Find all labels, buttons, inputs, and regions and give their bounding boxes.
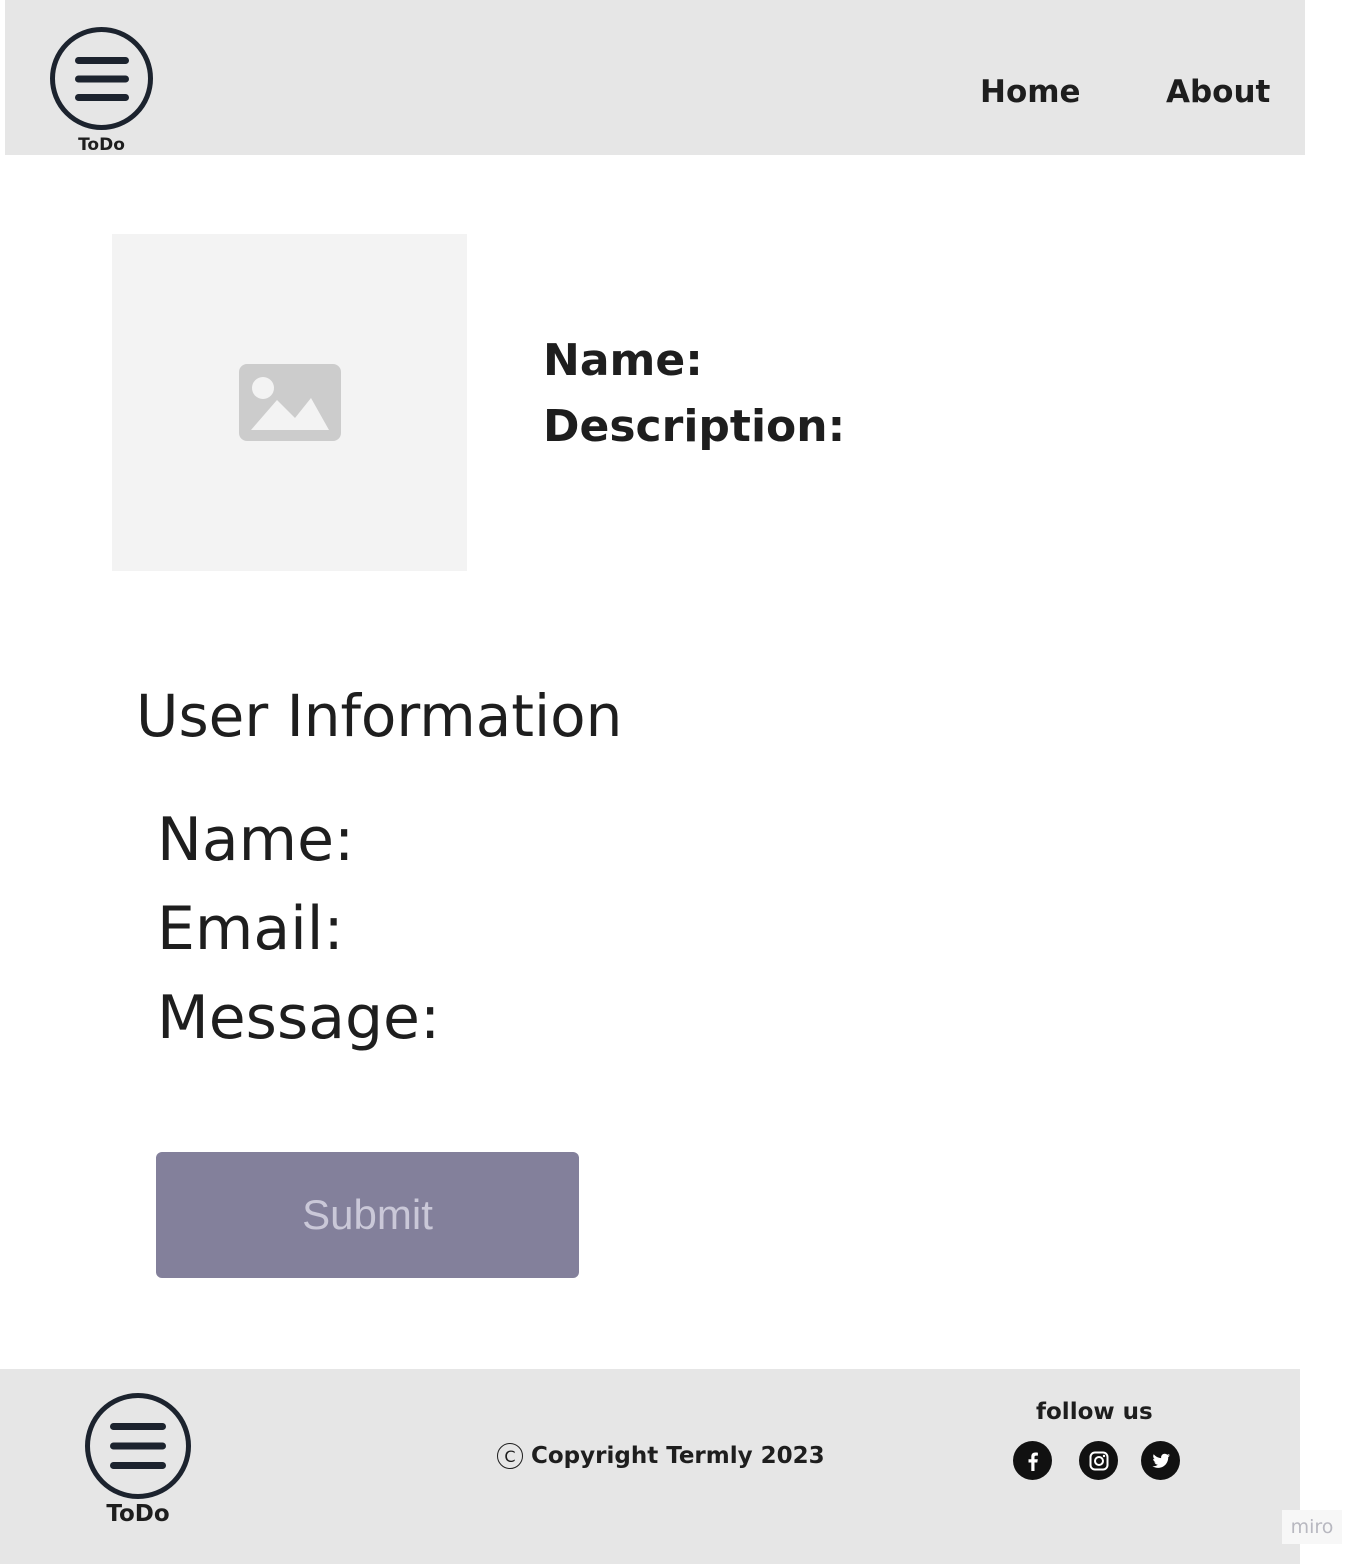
item-description-label: Description: (543, 401, 846, 452)
footer: ToDo C Copyright Termly 2023 follow us (0, 1369, 1300, 1564)
menu-icon[interactable] (50, 27, 153, 130)
message-field-label: Message: (157, 983, 441, 1053)
header-logo[interactable]: ToDo (50, 27, 153, 155)
logo-text: ToDo (78, 135, 125, 155)
email-field-label: Email: (157, 894, 344, 964)
copyright-icon: C (497, 1443, 523, 1469)
miro-watermark: miro (1282, 1510, 1342, 1544)
submit-button[interactable]: Submit (156, 1152, 579, 1278)
nav-home-link[interactable]: Home (980, 74, 1081, 110)
menu-icon[interactable] (85, 1393, 191, 1499)
footer-logo[interactable]: ToDo (85, 1393, 191, 1527)
user-information-form: Name: Email: Message: (157, 796, 440, 1063)
logo-text: ToDo (106, 1501, 170, 1527)
nav-about-link[interactable]: About (1166, 74, 1270, 110)
instagram-icon[interactable] (1079, 1441, 1118, 1480)
item-name-label: Name: (543, 335, 703, 386)
header: ToDo Home About (5, 0, 1305, 155)
copyright-text: Copyright Termly 2023 (531, 1443, 825, 1469)
follow-us-label: follow us (1036, 1399, 1153, 1425)
name-field-label: Name: (157, 805, 355, 875)
twitter-icon[interactable] (1141, 1441, 1180, 1480)
item-image-placeholder (112, 234, 467, 571)
image-placeholder-icon (238, 364, 341, 441)
copyright: C Copyright Termly 2023 (497, 1443, 825, 1469)
user-information-title: User Information (136, 682, 623, 750)
facebook-icon[interactable] (1013, 1441, 1052, 1480)
item-info: Name: Description: (543, 328, 845, 460)
